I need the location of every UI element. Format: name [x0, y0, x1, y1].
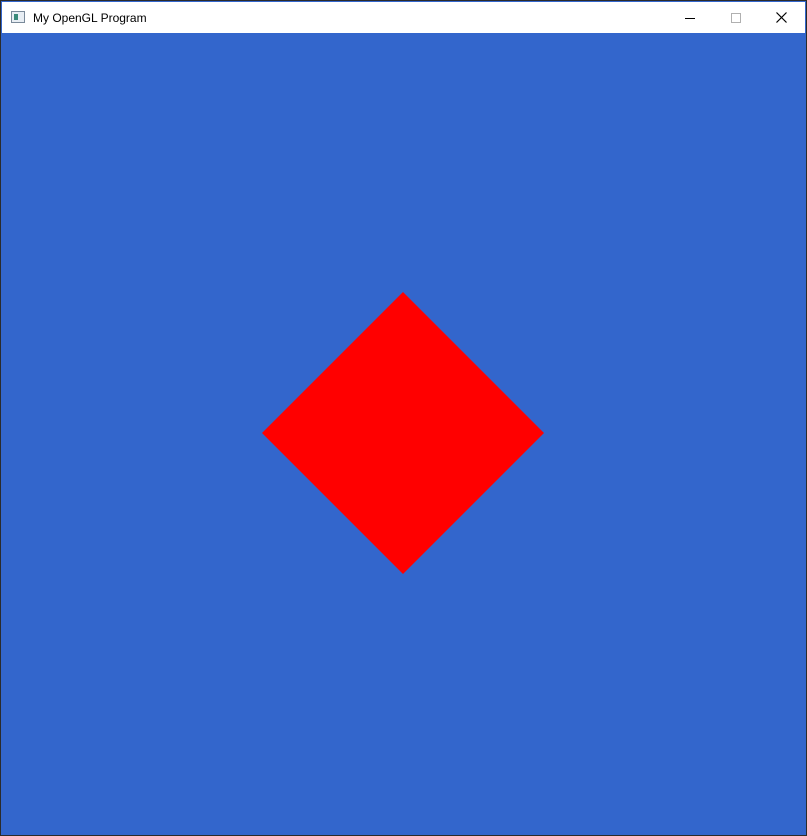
close-button[interactable]: [759, 3, 805, 33]
scene-svg: [262, 292, 544, 574]
render-canvas[interactable]: [2, 33, 805, 834]
maximize-button[interactable]: [713, 3, 759, 33]
minimize-icon: [685, 18, 695, 19]
opengl-window: My OpenGL Program: [0, 0, 807, 836]
red-diamond-shape: [262, 292, 544, 574]
window-title: My OpenGL Program: [33, 11, 147, 25]
close-icon: [776, 12, 787, 23]
application-window-icon[interactable]: [11, 11, 25, 23]
minimize-button[interactable]: [667, 3, 713, 33]
maximize-icon: [731, 13, 741, 23]
title-bar[interactable]: My OpenGL Program: [2, 2, 805, 33]
